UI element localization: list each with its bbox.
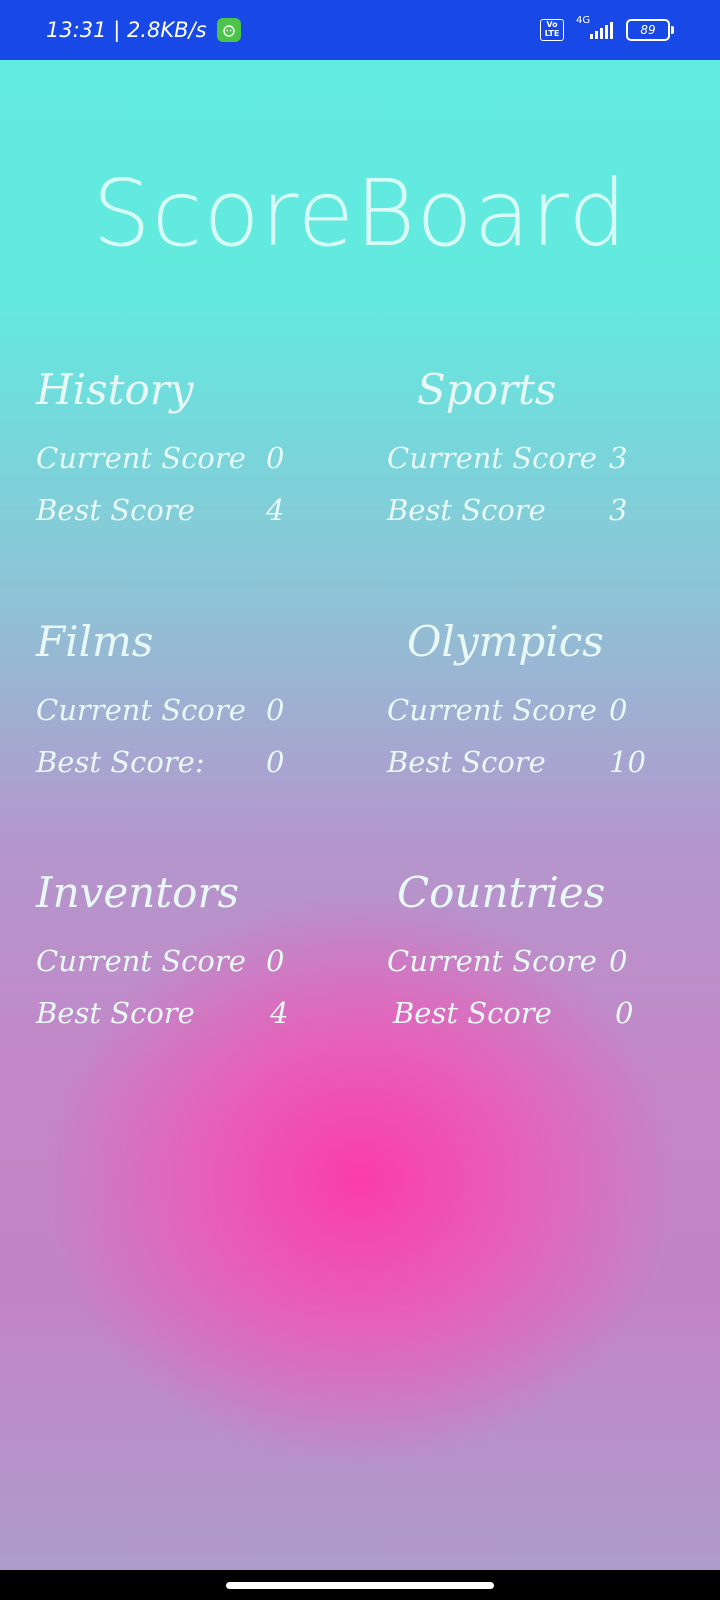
current-score-row: Current Score 3	[387, 432, 627, 484]
best-score-value: 10	[609, 745, 646, 779]
current-score-value: 0	[609, 944, 628, 978]
best-score-row: Best Score 3	[387, 484, 627, 536]
status-right: Vo LTE 4G 89	[540, 0, 674, 60]
navigation-bar	[0, 1570, 720, 1600]
current-score-row: Current Score 0	[387, 935, 633, 987]
best-score-label: Best Score	[387, 493, 546, 527]
best-score-label: Best Score	[387, 745, 546, 779]
best-score-row: Best Score 0	[387, 987, 633, 1039]
best-score-value: 4	[270, 996, 289, 1030]
current-score-row: Current Score 0	[36, 684, 284, 736]
category-card-countries: Countries Current Score 0 Best Score 0	[387, 868, 633, 1039]
best-score-value: 0	[615, 996, 634, 1030]
best-score-value: 4	[266, 493, 285, 527]
category-card-sports: Sports Current Score 3 Best Score 3	[387, 365, 627, 536]
current-score-value: 0	[609, 693, 628, 727]
category-card-olympics: Olympics Current Score 0 Best Score 10	[387, 617, 646, 788]
category-card-inventors: Inventors Current Score 0 Best Score 4	[36, 868, 288, 1039]
current-score-label: Current Score	[36, 693, 246, 727]
current-score-row: Current Score 0	[36, 432, 284, 484]
best-score-row: Best Score 4	[36, 987, 288, 1039]
network-type: 4G	[576, 15, 591, 26]
status-bar: 13:31 | 2.8KB/s Vo LTE 4G 89	[0, 0, 720, 60]
best-score-label: Best Score	[36, 493, 195, 527]
current-score-value: 0	[266, 944, 285, 978]
home-indicator[interactable]	[226, 1582, 494, 1589]
best-score-value: 3	[609, 493, 628, 527]
best-score-row: Best Score 10	[387, 736, 646, 788]
category-title: Countries	[397, 868, 606, 917]
android-app-icon	[216, 18, 241, 42]
volte-icon: Vo LTE	[540, 19, 564, 41]
category-title: Sports	[417, 365, 557, 414]
signal-icon: 4G	[572, 15, 618, 45]
status-left: 13:31 | 2.8KB/s	[46, 0, 241, 60]
best-score-label: Best Score:	[36, 745, 205, 779]
current-score-label: Current Score	[387, 693, 597, 727]
best-score-value: 0	[266, 745, 285, 779]
page-title: ScoreBoard	[92, 160, 628, 267]
current-score-row: Current Score 0	[36, 935, 288, 987]
category-card-history: History Current Score 0 Best Score 4	[36, 365, 284, 536]
best-score-label: Best Score	[36, 996, 195, 1030]
current-score-row: Current Score 0	[387, 684, 646, 736]
scoreboard-screen: ScoreBoard History Current Score 0 Best …	[0, 60, 720, 1570]
category-title: Olympics	[407, 617, 604, 666]
current-score-label: Current Score	[387, 944, 597, 978]
category-title: Inventors	[36, 868, 240, 917]
current-score-label: Current Score	[387, 441, 597, 475]
category-card-films: Films Current Score 0 Best Score: 0	[36, 617, 284, 788]
current-score-label: Current Score	[36, 944, 246, 978]
category-title: Films	[36, 617, 154, 666]
best-score-label: Best Score	[393, 996, 552, 1030]
current-score-label: Current Score	[36, 441, 246, 475]
best-score-row: Best Score: 0	[36, 736, 284, 788]
battery-icon: 89	[626, 19, 674, 41]
current-score-value: 3	[609, 441, 628, 475]
category-title: History	[36, 365, 194, 414]
current-score-value: 0	[266, 441, 285, 475]
current-score-value: 0	[266, 693, 285, 727]
best-score-row: Best Score 4	[36, 484, 284, 536]
status-time-speed: 13:31 | 2.8KB/s	[46, 18, 207, 42]
